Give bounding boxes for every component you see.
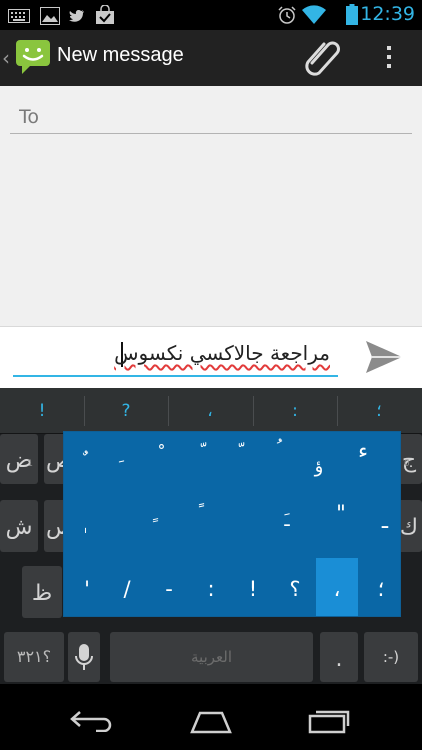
clock-time: 12:39 bbox=[360, 3, 415, 25]
key-label: :-) bbox=[382, 648, 400, 666]
popup-char[interactable]: - bbox=[152, 574, 186, 604]
popup-char[interactable]: ِ bbox=[100, 440, 134, 470]
key[interactable]: ض 1 bbox=[0, 434, 38, 484]
popup-char[interactable]: ّ bbox=[220, 438, 254, 468]
space-key[interactable]: العربية bbox=[110, 632, 313, 682]
back-icon[interactable] bbox=[70, 708, 116, 732]
messaging-app-icon[interactable] bbox=[14, 38, 52, 78]
popup-char[interactable]: ّ bbox=[182, 438, 216, 468]
status-bar: 12:39 bbox=[0, 0, 422, 30]
popup-char[interactable]: ـ bbox=[368, 506, 402, 536]
paperclip-icon bbox=[305, 41, 340, 76]
keyboard: ! ? ، : ؛ ض 1 ص ج 0 ش س ك ظ ؟٣٢١ العربية… bbox=[0, 388, 422, 684]
key-hint: 0 bbox=[404, 459, 410, 469]
popup-char[interactable]: ٌ bbox=[64, 446, 98, 476]
symbols-key[interactable]: ؟٣٢١ bbox=[4, 632, 64, 682]
key-label: ظ bbox=[31, 581, 53, 606]
popup-char[interactable]: ؛ bbox=[364, 574, 398, 604]
popup-char[interactable]: ء bbox=[346, 436, 380, 466]
suggestion-item[interactable]: ! bbox=[0, 388, 84, 434]
popup-char[interactable]: ٰ bbox=[64, 524, 98, 554]
overflow-menu-button[interactable] bbox=[374, 38, 404, 80]
shopping-bag-check-icon bbox=[96, 5, 114, 24]
suggestion-item[interactable]: ، bbox=[168, 388, 252, 434]
smiley-key[interactable]: :-) bbox=[364, 632, 418, 682]
popup-char[interactable]: " bbox=[324, 498, 358, 528]
wifi-icon bbox=[302, 5, 326, 25]
message-field[interactable]: مراجعة جالاكسي نكسوس bbox=[13, 337, 338, 377]
key-label: ش bbox=[5, 515, 33, 540]
alarm-clock-icon bbox=[278, 6, 296, 24]
to-field[interactable] bbox=[10, 100, 412, 134]
key-label: العربية bbox=[191, 648, 232, 666]
popup-char[interactable]: ! bbox=[236, 574, 270, 604]
send-icon bbox=[366, 341, 402, 373]
attach-button[interactable] bbox=[300, 38, 348, 80]
overflow-menu-icon bbox=[387, 46, 391, 68]
home-icon[interactable] bbox=[188, 710, 234, 734]
message-text[interactable]: مراجعة جالاكسي نكسوس bbox=[114, 341, 330, 365]
navigation-bar bbox=[0, 684, 422, 750]
image-icon bbox=[40, 7, 60, 25]
suggestion-item[interactable]: ? bbox=[84, 388, 168, 434]
popup-char[interactable]: ؤ bbox=[302, 452, 336, 482]
message-row: مراجعة جالاكسي نكسوس bbox=[0, 326, 422, 388]
period-key[interactable]: . bbox=[320, 632, 358, 682]
popup-char[interactable]: ' bbox=[70, 574, 104, 604]
popup-char[interactable]: ـَ bbox=[270, 506, 304, 536]
compose-area bbox=[0, 86, 422, 326]
suggestion-item[interactable]: : bbox=[253, 388, 337, 434]
action-bar-title: New message bbox=[57, 44, 184, 66]
popup-char[interactable]: ُ bbox=[258, 434, 292, 464]
suggestion-item[interactable]: ؛ bbox=[337, 388, 421, 434]
popup-char[interactable]: / bbox=[110, 574, 144, 604]
key-label: ؟٣٢١ bbox=[16, 647, 52, 666]
alternate-characters-popup: ء ؤ ُ ّ ّ ْ ِ ٌ ـ " ـَ ً ٍ ٰ ' / - : ! ؟… bbox=[63, 431, 401, 617]
popup-char-selected[interactable]: ، bbox=[320, 574, 354, 604]
battery-icon bbox=[346, 4, 358, 25]
recent-apps-icon[interactable] bbox=[306, 708, 352, 734]
microphone-icon bbox=[75, 644, 93, 670]
popup-char[interactable]: ً bbox=[180, 498, 214, 528]
suggestion-strip: ! ? ، : ؛ bbox=[0, 388, 422, 434]
key[interactable]: ش bbox=[0, 500, 38, 552]
back-chevron-icon[interactable]: ‹ bbox=[2, 46, 10, 70]
key[interactable]: ظ bbox=[22, 566, 62, 618]
twitter-bird-icon bbox=[69, 10, 84, 22]
popup-char[interactable]: ْ bbox=[140, 440, 174, 470]
popup-char[interactable]: : bbox=[194, 574, 228, 604]
keyboard-icon bbox=[8, 9, 30, 23]
key-label: ك bbox=[399, 515, 419, 540]
mic-key[interactable] bbox=[68, 632, 100, 682]
key-label: . bbox=[335, 647, 343, 672]
action-bar: ‹ New message bbox=[0, 30, 422, 86]
popup-char[interactable]: ؟ bbox=[278, 574, 312, 604]
send-button[interactable] bbox=[362, 337, 406, 377]
to-input[interactable] bbox=[10, 100, 412, 133]
popup-char[interactable]: ٍ bbox=[134, 498, 168, 528]
key-hint: 1 bbox=[27, 459, 33, 469]
